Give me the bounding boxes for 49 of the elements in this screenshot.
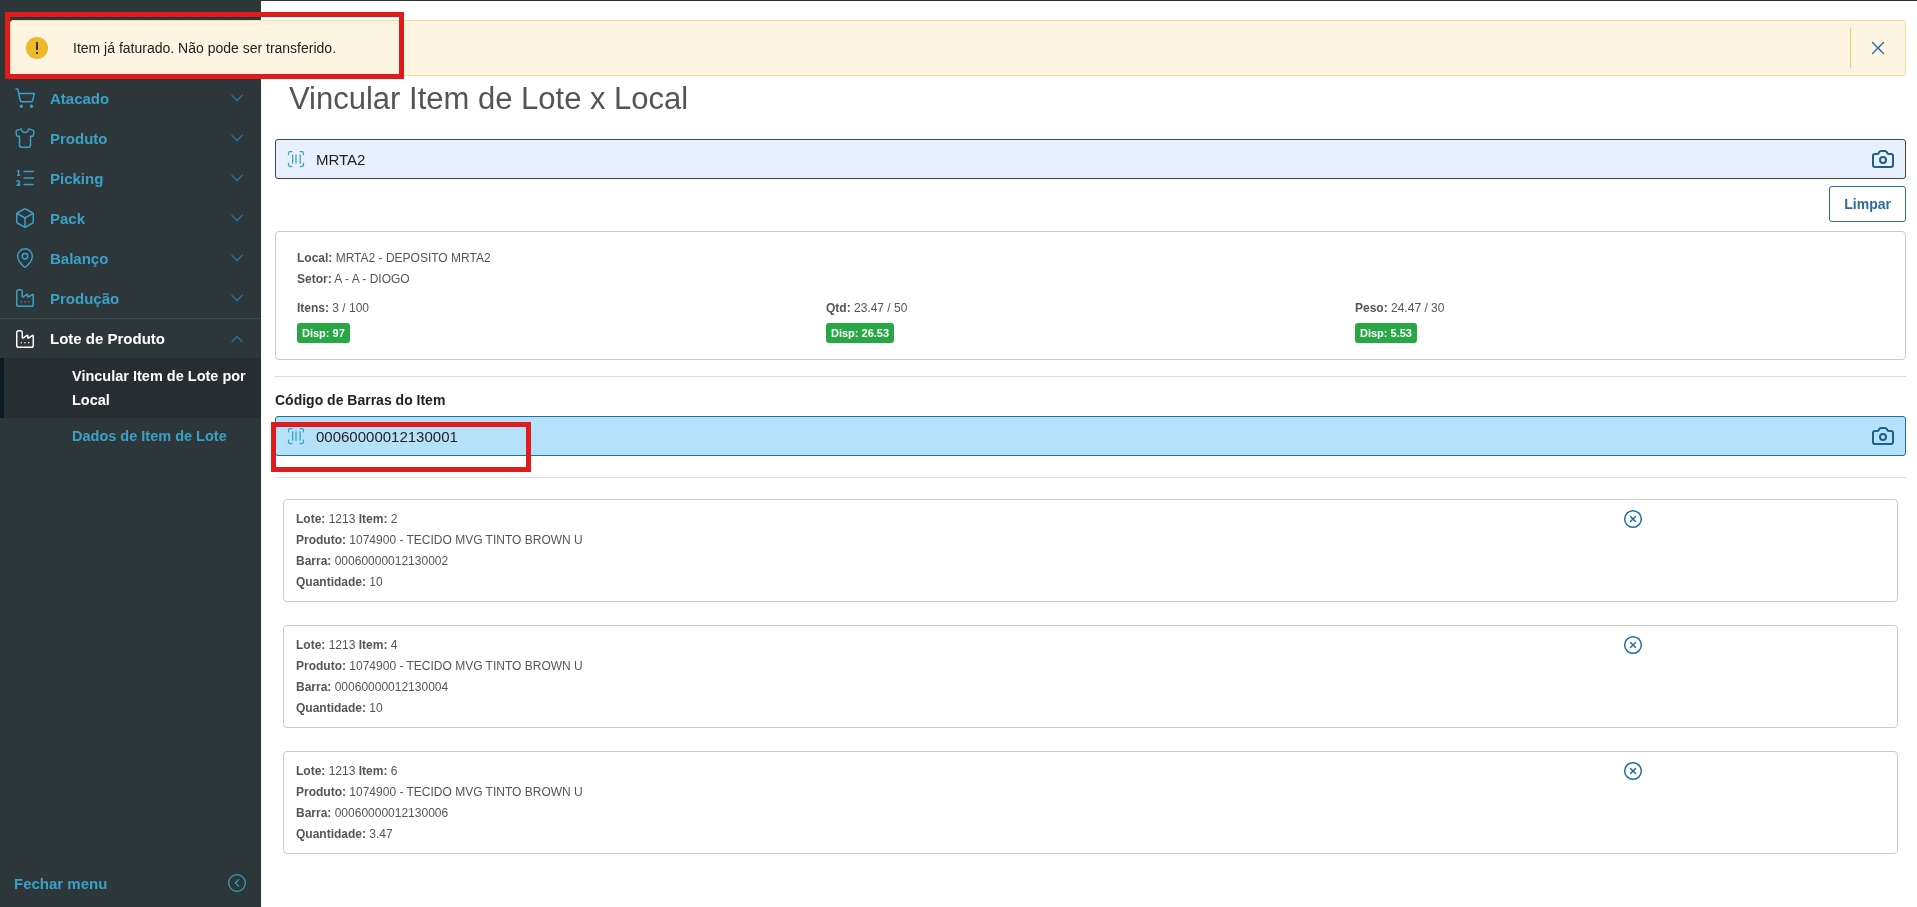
menu-icon	[14, 167, 36, 189]
barcode-icon	[286, 149, 306, 169]
remove-icon[interactable]	[1623, 635, 1643, 655]
menu-icon	[14, 207, 36, 229]
menu-icon	[14, 87, 36, 109]
sidebar-item[interactable]: Balanço	[0, 238, 261, 278]
menu-icon	[14, 247, 36, 269]
item-line: Lote: 1213 Item: 2	[296, 511, 399, 528]
remove-icon[interactable]	[1623, 509, 1643, 529]
sidebar-item[interactable]: Atacado	[0, 78, 261, 118]
submenu-item[interactable]: Dados de Item de Lote	[0, 418, 261, 454]
clear-button[interactable]: Limpar	[1829, 186, 1906, 222]
stat-line: Itens: 3 / 100	[297, 300, 370, 317]
camera-icon[interactable]	[1871, 147, 1895, 171]
barcode-icon	[286, 426, 306, 446]
item-line: Lote: 1213 Item: 6	[296, 763, 399, 780]
info-line: Local: MRTA2 - DEPOSITO MRTA2	[297, 250, 492, 267]
item-line: Produto: 1074900 - TECIDO MVG TINTO BROWN U	[296, 532, 584, 549]
item-line: Produto: 1074900 - TECIDO MVG TINTO BROWN U	[296, 784, 584, 801]
warning-icon	[26, 37, 48, 59]
available-badge: Disp: 26.53	[826, 323, 895, 343]
sidebar-item[interactable]: Picking	[0, 158, 261, 198]
info-line: Setor: A - A - DIOGO	[297, 271, 411, 288]
sidebar-item[interactable]: Pack	[0, 198, 261, 238]
menu-icon	[14, 287, 36, 309]
item-line: Quantidade: 10	[296, 700, 384, 717]
submenu-item[interactable]: Vincular Item de Lote por Local	[0, 358, 261, 418]
field-label: Código de Barras do Item	[275, 392, 447, 408]
menu-icon	[14, 127, 36, 149]
remove-icon[interactable]	[1623, 761, 1643, 781]
stat-line: Peso: 24.47 / 30	[1355, 300, 1445, 317]
item-line: Barra: 00060000012130006	[296, 805, 450, 822]
collapse-icon[interactable]	[227, 873, 247, 893]
alert-message: Item já faturado. Não pode ser transferido.	[73, 40, 338, 56]
menu-icon	[14, 327, 36, 350]
item-line: Quantidade: 10	[296, 574, 384, 591]
close-menu-link[interactable]: Fechar menu	[14, 874, 108, 892]
item-line: Quantidade: 3.47	[296, 826, 394, 843]
page-title: Vincular Item de Lote x Local	[289, 81, 690, 117]
item-line: Produto: 1074900 - TECIDO MVG TINTO BROWN U	[296, 658, 584, 675]
available-badge: Disp: 5.53	[1355, 323, 1417, 343]
stat-line: Qtd: 23.47 / 50	[826, 300, 908, 317]
camera-icon[interactable]	[1871, 424, 1895, 448]
sidebar-item[interactable]: Produção	[0, 278, 261, 318]
item-line: Lote: 1213 Item: 4	[296, 637, 399, 654]
available-badge: Disp: 97	[297, 323, 350, 343]
item-line: Barra: 00060000012130002	[296, 553, 450, 570]
item-line: Barra: 00060000012130004	[296, 679, 450, 696]
sidebar-item[interactable]: Produto	[0, 118, 261, 158]
